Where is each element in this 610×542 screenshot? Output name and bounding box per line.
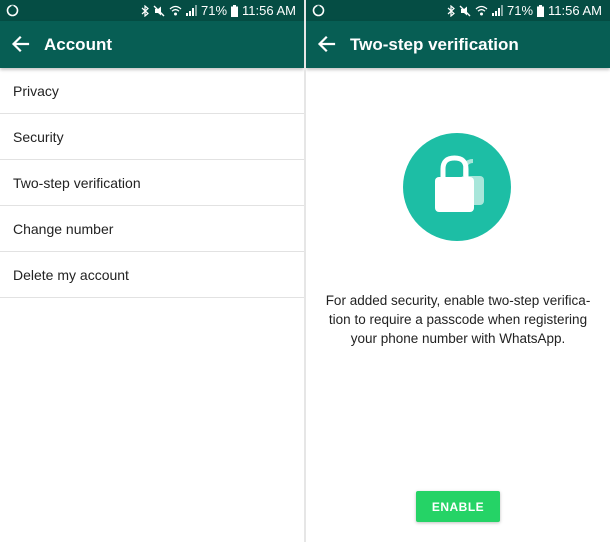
app-notification-icon [6,4,19,17]
two-step-toolbar: Two-step verification [306,21,610,68]
back-arrow-icon[interactable] [316,33,338,55]
battery-icon [231,4,239,17]
battery-icon [537,4,545,17]
status-bar: 71% 11:56 AM [0,0,304,21]
status-time: 11:56 AM [548,3,602,18]
two-step-verification-screen: 71% 11:56 AM Two-step verification For a… [306,0,610,542]
settings-item-change-number[interactable]: Change number [0,206,304,252]
back-arrow-icon[interactable] [10,33,32,55]
settings-item-privacy[interactable]: Privacy [0,68,304,114]
two-step-description: For added security, enable two-step veri… [320,291,596,348]
status-bar: 71% 11:56 AM [306,0,610,21]
mute-icon [153,5,165,16]
page-title: Two-step verification [350,35,519,54]
battery-percent: 71% [507,3,534,18]
lock-illustration [403,133,511,241]
description-line: your phone number with WhatsApp. [350,331,566,346]
enable-button[interactable]: ENABLE [416,491,500,522]
description-line: For added security, enable two-step veri… [325,293,591,308]
description-line: tion to require a passcode when register… [328,312,588,327]
signal-icon [186,5,197,16]
account-toolbar: Account [0,21,304,68]
signal-icon [492,5,503,16]
app-notification-icon [312,4,325,17]
battery-percent: 71% [201,3,228,18]
settings-item-security[interactable]: Security [0,114,304,160]
lock-icon [435,155,484,212]
status-time: 11:56 AM [242,3,296,18]
page-title: Account [44,35,112,54]
settings-item-two-step-verification[interactable]: Two-step verification [0,160,304,206]
bluetooth-icon [447,4,455,17]
account-settings-list: Privacy Security Two-step verification C… [0,68,304,298]
settings-item-delete-account[interactable]: Delete my account [0,252,304,298]
bluetooth-icon [141,4,149,17]
mute-icon [459,5,471,16]
wifi-icon [475,5,488,16]
wifi-icon [169,5,182,16]
account-screen: 71% 11:56 AM Account Privacy Security Tw… [0,0,304,542]
